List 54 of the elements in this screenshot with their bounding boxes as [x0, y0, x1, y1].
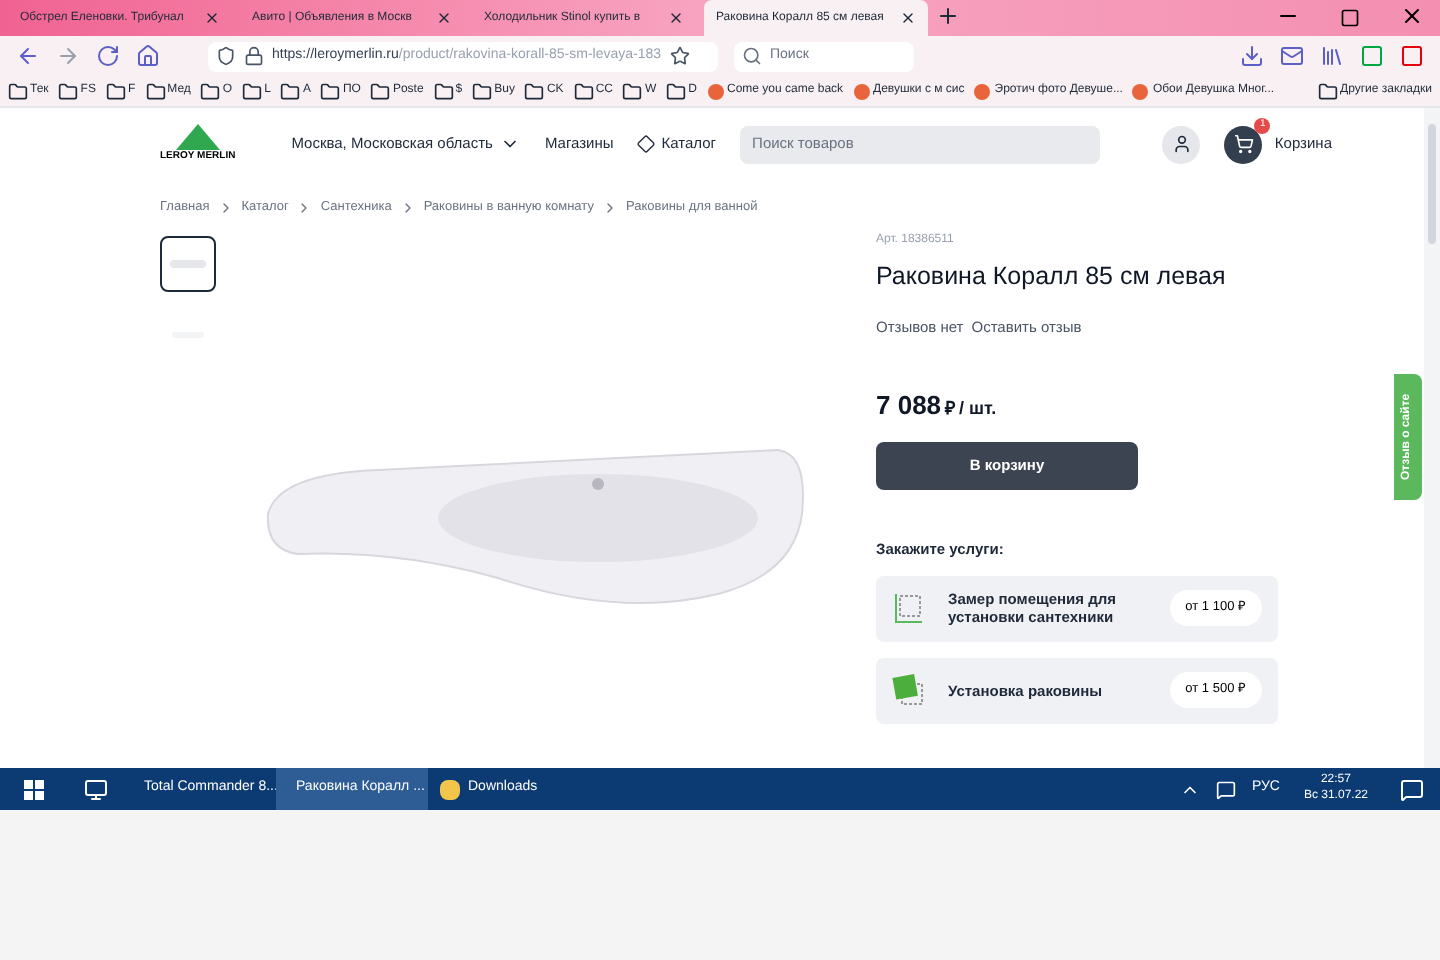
extension-icon[interactable] — [1400, 44, 1424, 68]
notifications-icon[interactable] — [1400, 777, 1424, 801]
cart-icon — [1233, 134, 1254, 154]
measure-area-icon — [892, 592, 924, 625]
close-icon[interactable] — [436, 10, 452, 26]
shield-icon — [216, 46, 236, 66]
folder-icon — [666, 81, 687, 101]
install-icon — [892, 674, 924, 707]
profile-button[interactable] — [1162, 125, 1201, 163]
product-title: Раковина Коралл 85 см левая — [876, 260, 1228, 294]
folder-icon — [524, 81, 545, 101]
mail-icon[interactable] — [1280, 44, 1304, 68]
scrollbar[interactable] — [1424, 108, 1440, 768]
folder-icon — [320, 81, 341, 101]
back-icon[interactable] — [16, 44, 40, 68]
reload-icon[interactable] — [96, 44, 120, 68]
close-icon[interactable] — [1400, 4, 1424, 28]
user-icon — [1171, 134, 1192, 154]
lock-icon — [244, 46, 264, 66]
close-icon[interactable] — [204, 10, 220, 26]
site-icon — [974, 83, 991, 99]
search-icon — [742, 46, 762, 66]
product-price: 7 088₽ / шт. — [876, 388, 999, 424]
new-tab-icon[interactable] — [936, 4, 960, 28]
windows-logo-icon[interactable] — [24, 779, 44, 799]
site-icon — [1132, 83, 1149, 99]
logo-triangle-icon — [175, 123, 220, 150]
folder-icon — [200, 81, 221, 101]
site-icon — [853, 83, 870, 99]
folder-icon — [105, 81, 126, 101]
folder-icon — [58, 81, 79, 101]
app-icon — [440, 779, 460, 799]
close-icon[interactable] — [668, 10, 684, 26]
folder-icon — [573, 81, 594, 101]
site-icon — [707, 83, 723, 99]
folder-icon — [145, 81, 166, 101]
bookmark-star-icon[interactable] — [669, 46, 690, 66]
task-view-icon[interactable] — [84, 777, 108, 801]
download-icon[interactable] — [1240, 44, 1264, 68]
diamond-icon — [634, 132, 657, 156]
folder-icon — [242, 81, 263, 101]
folder-icon — [280, 81, 301, 101]
library-icon[interactable] — [1320, 44, 1344, 68]
folder-icon — [1318, 81, 1339, 101]
close-icon[interactable] — [900, 10, 916, 26]
folder-icon — [8, 81, 28, 101]
folder-icon — [472, 81, 493, 101]
folder-icon — [370, 81, 391, 101]
extension-icon[interactable] — [1360, 44, 1384, 68]
home-icon[interactable] — [136, 44, 160, 68]
thumbnail[interactable] — [160, 236, 216, 292]
folder-icon — [622, 81, 643, 101]
maximize-icon[interactable] — [1340, 8, 1360, 28]
folder-icon — [433, 81, 454, 101]
